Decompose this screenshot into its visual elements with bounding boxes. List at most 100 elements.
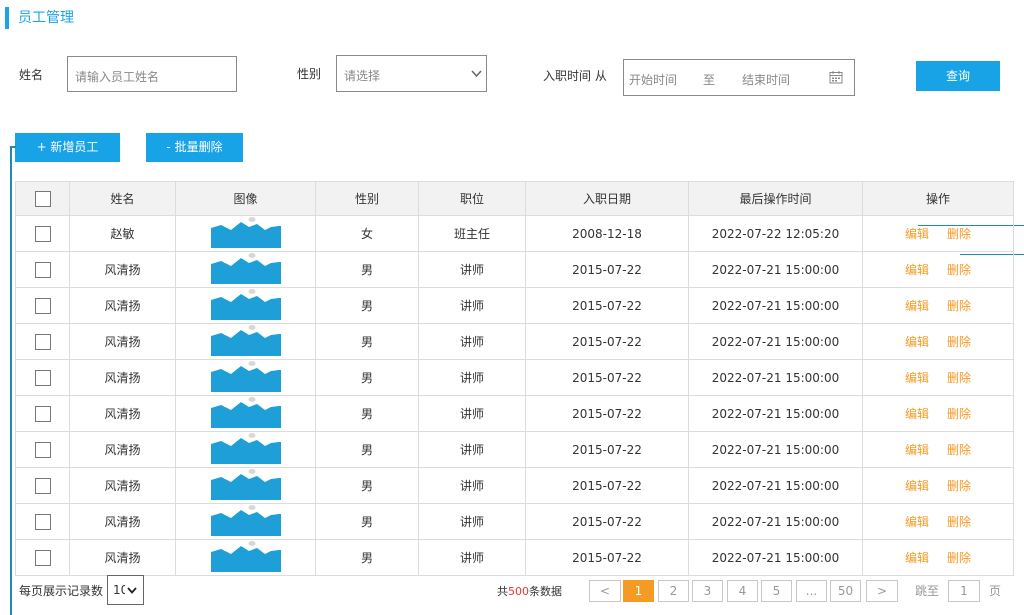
delete-link[interactable]: 删除 [947, 479, 971, 493]
cell-image [175, 539, 316, 576]
cell-actions: 编辑 删除 [862, 215, 1014, 252]
cell-gender: 女 [315, 215, 419, 252]
cell-image [175, 431, 316, 468]
next-page-button[interactable]: > [866, 580, 898, 602]
edit-link[interactable]: 编辑 [905, 299, 929, 313]
cell-gender: 男 [315, 539, 419, 576]
batch-delete-button[interactable]: - 批量删除 [146, 133, 243, 162]
page-button[interactable]: 4 [727, 580, 758, 602]
edit-link[interactable]: 编辑 [905, 227, 929, 241]
cell-image [175, 359, 316, 396]
per-page-select[interactable]: 10 [107, 575, 144, 605]
image-thumbnail [210, 325, 281, 356]
table-row: 风清扬 男讲师 2015-07-22 2022-07-21 15:00:00 编辑 删除 [15, 467, 1014, 504]
delete-link[interactable]: 删除 [947, 515, 971, 529]
table-row: 赵敏 女班主任 2008-12-18 2022-07-22 12:05:20 编辑 删除 [15, 215, 1014, 252]
cell-hire-date: 2008-12-18 [525, 215, 689, 252]
row-checkbox[interactable] [34, 477, 51, 494]
chevron-down-icon [127, 587, 137, 594]
edit-link[interactable]: 编辑 [905, 479, 929, 493]
row-checkbox[interactable] [34, 333, 51, 350]
row-checkbox[interactable] [34, 297, 51, 314]
edit-link[interactable]: 编辑 [905, 407, 929, 421]
cell-position: 讲师 [418, 503, 526, 540]
cell-position: 讲师 [418, 251, 526, 288]
delete-link[interactable]: 删除 [947, 443, 971, 457]
cell-actions: 编辑 删除 [862, 359, 1014, 396]
prev-page-button[interactable]: < [589, 580, 621, 602]
cell-last-op: 2022-07-21 15:00:00 [688, 395, 863, 432]
cell-actions: 编辑 删除 [862, 539, 1014, 576]
cell-image [175, 215, 316, 252]
table-row: 风清扬 男讲师 2015-07-22 2022-07-21 15:00:00 编辑 删除 [15, 359, 1014, 396]
date-end-input[interactable]: 结束时间 [742, 71, 790, 88]
delete-link[interactable]: 删除 [947, 227, 971, 241]
cell-last-op: 2022-07-21 15:00:00 [688, 467, 863, 504]
name-input[interactable]: 请输入员工姓名 [67, 56, 237, 92]
cell-actions: 编辑 删除 [862, 467, 1014, 504]
cell-name: 风清扬 [69, 323, 176, 360]
header-image: 图像 [175, 181, 316, 216]
date-range-picker[interactable]: 开始时间 至 结束时间 [623, 59, 855, 96]
table-row: 风清扬 男讲师 2015-07-22 2022-07-21 15:00:00 编辑 删除 [15, 539, 1014, 576]
row-checkbox[interactable] [34, 549, 51, 566]
gender-label: 性别 [297, 67, 322, 81]
edit-link[interactable]: 编辑 [905, 263, 929, 277]
gender-placeholder: 请选择 [344, 69, 381, 83]
cell-gender: 男 [315, 323, 419, 360]
row-select-cell [15, 359, 70, 396]
cell-last-op: 2022-07-21 15:00:00 [688, 251, 863, 288]
query-button[interactable]: 查询 [916, 61, 1000, 91]
gender-select[interactable]: 请选择 [336, 55, 487, 92]
page-ellipsis: ... [796, 580, 827, 602]
row-checkbox[interactable] [34, 225, 51, 242]
cell-hire-date: 2015-07-22 [525, 467, 689, 504]
page-button[interactable]: 3 [692, 580, 723, 602]
delete-link[interactable]: 删除 [947, 263, 971, 277]
cell-hire-date: 2015-07-22 [525, 251, 689, 288]
page-button[interactable]: 5 [761, 580, 792, 602]
name-label: 姓名 [19, 68, 44, 82]
cell-hire-date: 2015-07-22 [525, 431, 689, 468]
delete-link[interactable]: 删除 [947, 407, 971, 421]
row-checkbox[interactable] [34, 405, 51, 422]
cell-gender: 男 [315, 395, 419, 432]
table-row: 风清扬 男讲师 2015-07-22 2022-07-21 15:00:00 编辑 删除 [15, 431, 1014, 468]
row-checkbox[interactable] [34, 369, 51, 386]
delete-link[interactable]: 删除 [947, 551, 971, 565]
page-title: 员工管理 [5, 7, 74, 29]
header-last-op: 最后操作时间 [688, 181, 863, 216]
cell-name: 风清扬 [69, 359, 176, 396]
row-checkbox[interactable] [34, 513, 51, 530]
edit-link[interactable]: 编辑 [905, 335, 929, 349]
edit-link[interactable]: 编辑 [905, 371, 929, 385]
cell-gender: 男 [315, 287, 419, 324]
add-employee-button[interactable]: + 新增员工 [15, 133, 120, 162]
row-select-cell [15, 539, 70, 576]
image-thumbnail [210, 217, 281, 248]
image-thumbnail [210, 361, 281, 392]
image-thumbnail [210, 253, 281, 284]
select-all-checkbox[interactable] [34, 190, 51, 207]
delete-link[interactable]: 删除 [947, 371, 971, 385]
page-button[interactable]: 50 [830, 580, 861, 602]
page-button[interactable]: 1 [623, 580, 654, 602]
jump-input[interactable]: 1 [948, 580, 980, 602]
edit-link[interactable]: 编辑 [905, 443, 929, 457]
cell-hire-date: 2015-07-22 [525, 359, 689, 396]
delete-link[interactable]: 删除 [947, 335, 971, 349]
row-checkbox[interactable] [34, 441, 51, 458]
row-checkbox[interactable] [34, 261, 51, 278]
page-button[interactable]: 2 [658, 580, 689, 602]
date-label: 入职时间 从 [543, 69, 607, 83]
cell-hire-date: 2015-07-22 [525, 323, 689, 360]
cell-image [175, 467, 316, 504]
date-separator: 至 [703, 73, 716, 87]
edit-link[interactable]: 编辑 [905, 551, 929, 565]
row-select-cell [15, 503, 70, 540]
cell-gender: 男 [315, 467, 419, 504]
date-start-input[interactable]: 开始时间 [629, 71, 677, 88]
cell-name: 风清扬 [69, 539, 176, 576]
edit-link[interactable]: 编辑 [905, 515, 929, 529]
delete-link[interactable]: 删除 [947, 299, 971, 313]
